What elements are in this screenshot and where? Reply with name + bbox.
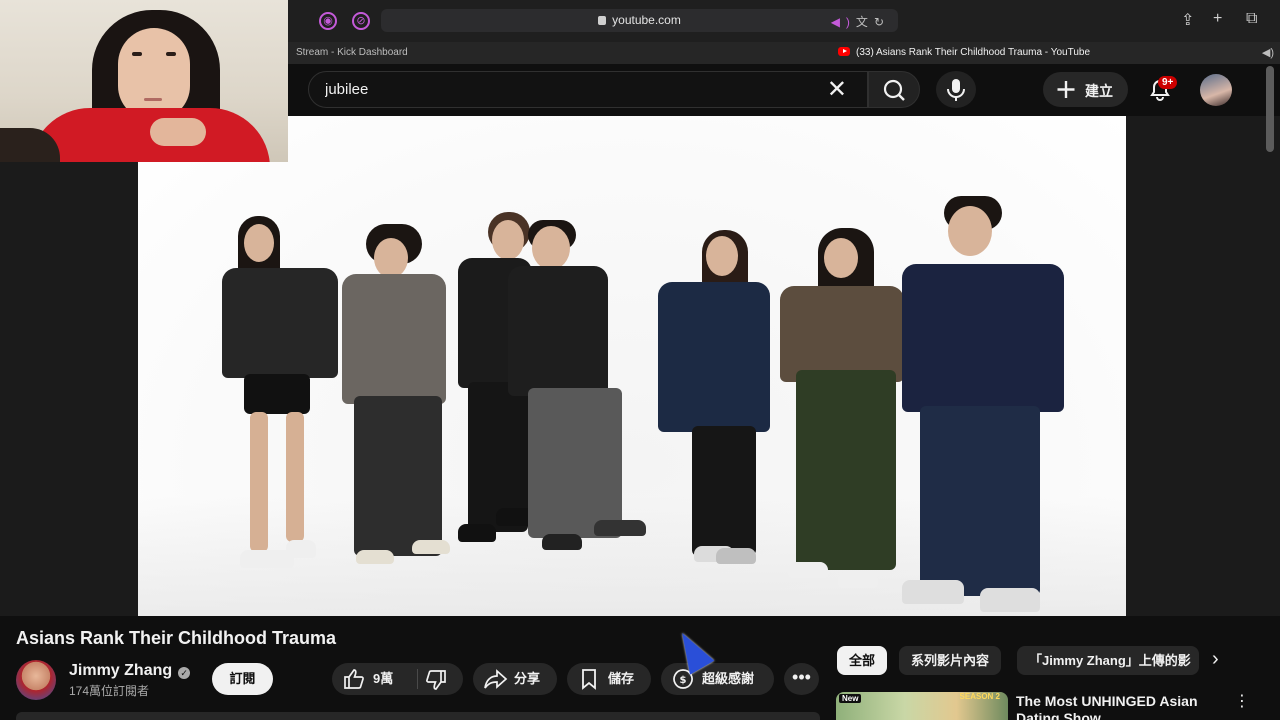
recommendation-title[interactable]: The Most UNHINGED Asian Dating Show bbox=[1016, 693, 1216, 720]
create-button[interactable]: 建立 bbox=[1043, 72, 1128, 107]
save-button[interactable]: 儲存 bbox=[567, 663, 651, 695]
divider bbox=[417, 669, 418, 689]
channel-avatar[interactable] bbox=[16, 660, 56, 700]
chevron-right-icon[interactable]: › bbox=[1212, 648, 1219, 671]
channel-name[interactable]: Jimmy Zhang ✓ bbox=[69, 662, 191, 680]
share-icon[interactable]: ⇪ bbox=[1181, 10, 1194, 30]
verified-icon: ✓ bbox=[178, 667, 191, 679]
new-badge: New bbox=[839, 694, 862, 703]
reload-icon[interactable]: ↻ bbox=[874, 15, 890, 29]
search-button[interactable] bbox=[868, 71, 920, 108]
webcam-overlay bbox=[0, 0, 288, 162]
voice-search-button[interactable] bbox=[936, 71, 976, 108]
clear-search-icon[interactable]: ✕ bbox=[827, 76, 847, 104]
youtube-header: ✕ 建立 9+ bbox=[288, 64, 1280, 116]
plus-icon bbox=[1057, 81, 1075, 98]
microphone-icon bbox=[947, 79, 965, 101]
bookmark-icon bbox=[582, 669, 596, 690]
chip-uploads[interactable]: 「Jimmy Zhang」上傳的影 bbox=[1017, 646, 1199, 675]
more-actions-button[interactable]: ••• bbox=[784, 663, 819, 695]
recommendation-menu-icon[interactable]: ⋮ bbox=[1234, 693, 1250, 711]
page-scrollbar[interactable] bbox=[1266, 66, 1274, 152]
subscriber-count: 174萬位訂閱者 bbox=[69, 684, 150, 698]
search-input[interactable] bbox=[325, 81, 805, 98]
extension-icon[interactable]: ◉ bbox=[319, 12, 337, 30]
video-player[interactable] bbox=[138, 116, 1126, 616]
share-button[interactable]: 分享 bbox=[473, 663, 557, 695]
tab-bar: Stream - Kick Dashboard (33) Asians Rank… bbox=[288, 42, 1280, 64]
lock-icon bbox=[598, 16, 607, 25]
search-icon bbox=[883, 79, 905, 101]
search-box[interactable]: ✕ bbox=[308, 71, 868, 108]
like-icon[interactable] bbox=[342, 667, 366, 691]
super-thanks-button[interactable]: $ 超級感謝 bbox=[661, 663, 774, 695]
chip-series[interactable]: 系列影片內容 bbox=[899, 646, 1002, 675]
description-box[interactable] bbox=[16, 712, 820, 720]
video-title: Asians Rank Their Childhood Trauma bbox=[16, 628, 337, 648]
url-text: youtube.com bbox=[612, 13, 681, 27]
like-dislike-group: 9萬 bbox=[332, 663, 463, 695]
share-arrow-icon bbox=[484, 669, 508, 689]
address-bar[interactable]: youtube.com ◀)文↻ bbox=[381, 9, 898, 32]
season-badge: SEASON 2 bbox=[959, 692, 1000, 701]
tab-audio-icon[interactable]: ◀) bbox=[1262, 42, 1274, 64]
tab-overview-icon[interactable]: ⧉ bbox=[1246, 10, 1257, 28]
speaker-icon[interactable]: ◀) bbox=[831, 15, 856, 29]
chip-all[interactable]: 全部 bbox=[837, 646, 888, 675]
dislike-icon[interactable] bbox=[424, 668, 448, 692]
like-count[interactable]: 9萬 bbox=[373, 663, 393, 695]
new-tab-icon[interactable]: + bbox=[1213, 10, 1222, 28]
tab-kick-dashboard[interactable]: Stream - Kick Dashboard bbox=[296, 42, 408, 64]
tab-youtube[interactable]: (33) Asians Rank Their Childhood Trauma … bbox=[838, 42, 1090, 64]
recommendation-thumbnail[interactable]: New SEASON 2 bbox=[836, 692, 1008, 720]
translate-icon[interactable]: 文 bbox=[856, 15, 874, 29]
subscribe-button[interactable]: 訂閱 bbox=[212, 663, 273, 695]
svg-text:$: $ bbox=[680, 675, 687, 686]
notification-badge: 9+ bbox=[1158, 76, 1178, 89]
account-avatar[interactable] bbox=[1200, 74, 1232, 106]
youtube-favicon-icon bbox=[838, 47, 850, 56]
extension-icon-2[interactable]: ⊘ bbox=[352, 12, 370, 30]
